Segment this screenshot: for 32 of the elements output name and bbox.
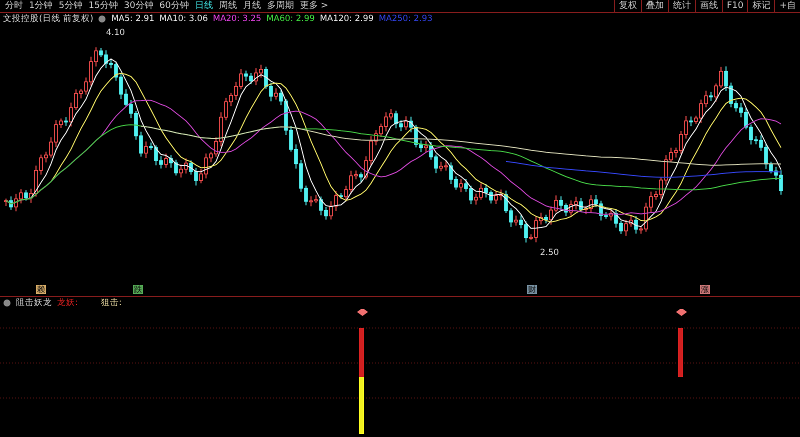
ma-value: MA20: 3.25: [212, 14, 262, 24]
period-tab[interactable]: 30分钟: [120, 0, 156, 12]
price-label: 4.10: [106, 28, 125, 38]
indicator-value: 狙击:: [100, 297, 122, 309]
signal-marker: 跌: [133, 285, 143, 294]
period-tab[interactable]: 多周期: [264, 0, 297, 12]
period-tab[interactable]: 分时: [2, 0, 26, 12]
indicator-value: 龙妖:: [57, 297, 78, 309]
period-tab[interactable]: 5分钟: [56, 0, 86, 12]
period-tab[interactable]: 60分钟: [156, 0, 192, 12]
ma-value: MA120: 2.99: [320, 14, 374, 24]
indicator-title: 阻击妖龙: [16, 297, 52, 309]
period-tab[interactable]: 周线: [216, 0, 240, 12]
signal-marker: 涨: [700, 285, 710, 294]
ma-value: MA60: 2.99: [266, 14, 315, 24]
settings-icon[interactable]: [98, 15, 106, 23]
price-label: 2.50: [540, 248, 559, 258]
period-tab[interactable]: 1分钟: [26, 0, 56, 12]
period-tab[interactable]: 月线: [240, 0, 264, 12]
ma-value: MA250: 2.93: [378, 14, 433, 24]
ma-value: MA5: 2.91: [111, 14, 154, 24]
gem-icon: [676, 309, 687, 316]
period-tab[interactable]: 更多 >: [296, 0, 332, 12]
signal-marker: 财: [527, 285, 537, 294]
ma-value: MA10: 3.06: [159, 14, 208, 24]
stock-title: 文投控股(日线 前复权): [3, 13, 94, 25]
settings-icon[interactable]: [3, 299, 11, 307]
period-tab[interactable]: 日线: [192, 0, 216, 12]
signal-marker: 赖: [36, 285, 46, 294]
period-tab[interactable]: 15分钟: [85, 0, 121, 12]
gem-icon: [357, 309, 368, 316]
signal-bar: [678, 328, 683, 377]
